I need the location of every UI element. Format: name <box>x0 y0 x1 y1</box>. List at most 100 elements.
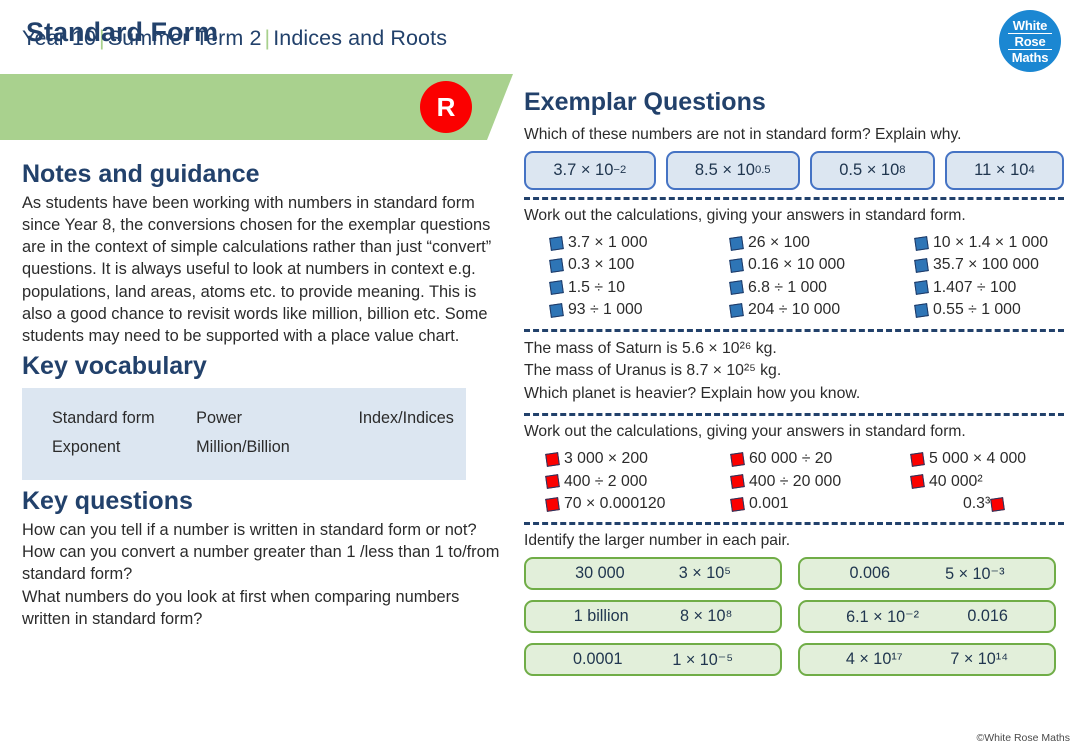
red-square-icon <box>910 452 925 467</box>
key-questions-heading: Key questions <box>22 487 193 516</box>
calculation-item[interactable]: 6.8 ÷ 1 000 <box>729 277 915 299</box>
comparison-box[interactable]: 0.006 5 × 10⁻³ <box>798 557 1056 591</box>
calculation-item[interactable]: 1.407 ÷ 100 <box>914 277 1084 299</box>
vocabulary-term: Standard form <box>52 409 155 428</box>
standard-form-box[interactable]: 0.5 × 10 8 <box>809 150 935 190</box>
vocabulary-term <box>328 438 466 457</box>
comparison-value-right: 3 × 10⁵ <box>678 564 731 583</box>
calculation-item[interactable]: 0.55 ÷ 1 000 <box>914 299 1084 321</box>
calculation-item[interactable]: 1.5 ÷ 10 <box>549 277 730 299</box>
blue-square-icon <box>914 303 929 318</box>
calculation-item[interactable]: 93 ÷ 1 000 <box>549 299 730 321</box>
blue-square-icon <box>914 235 929 251</box>
standard-form-box[interactable]: 3.7 × 10 −2 <box>524 150 656 190</box>
calculation-item[interactable]: 0.001 <box>730 493 911 515</box>
calculation-item[interactable]: 0.3 × 100 <box>549 254 730 276</box>
calculation-text: 0.001 <box>749 495 789 513</box>
calculation-text: 1.407 ÷ 100 <box>933 278 1017 296</box>
vocabulary-term: Million/Billion <box>196 438 290 457</box>
comparison-box[interactable]: 4 × 10¹⁷ 7 × 10¹⁴ <box>798 643 1056 677</box>
comparison-box[interactable]: 0.0001 1 × 10⁻⁵ <box>524 643 782 677</box>
key-question-item: What numbers do you look at first when c… <box>22 587 460 628</box>
calculation-item[interactable]: 35.7 × 100 000 <box>914 254 1084 276</box>
standard-form-base: 8.5 × 10 <box>694 160 755 179</box>
red-square-icon <box>545 474 560 490</box>
calculation-item[interactable]: 204 ÷ 10 000 <box>729 299 915 321</box>
question-4-prompt: Work out the calculations, giving your a… <box>524 423 966 441</box>
comparison-box[interactable]: 6.1 × 10⁻² 0.016 <box>798 600 1056 634</box>
key-vocabulary-box: Standard form Power Index/Indices Expone… <box>22 388 466 481</box>
red-square-icon <box>545 496 560 512</box>
calculation-item[interactable]: 5 000 × 4 000 <box>910 448 1084 470</box>
calculation-item[interactable]: 0.3³ <box>911 493 1084 515</box>
logo-line-white: White <box>1012 17 1048 33</box>
logo-line-rose: Rose <box>1008 32 1052 50</box>
right-column: Exemplar Questions Which of these number… <box>524 88 1065 677</box>
comparison-value-left: 0.006 <box>849 564 891 583</box>
calculation-item[interactable]: 3 000 × 200 <box>545 448 731 470</box>
blue-square-icon <box>729 235 744 251</box>
vocabulary-row: Exponent Million/Billion <box>22 433 466 462</box>
vocabulary-term: Exponent <box>52 438 121 457</box>
calculation-text: 400 ÷ 20 000 <box>749 472 842 490</box>
standard-form-base: 11 × 10 <box>974 160 1029 179</box>
section-divider <box>524 328 1064 332</box>
calculation-item[interactable]: 40 000² <box>910 471 1084 493</box>
blue-square-icon <box>729 280 744 296</box>
comparison-value-right: 1 × 10⁻⁵ <box>672 650 734 669</box>
calculation-text: 70 × 0.000120 <box>564 495 666 513</box>
vocabulary-term: Index/Indices <box>358 409 454 428</box>
planet-question-line: Which planet is heavier? Explain how you… <box>524 385 861 403</box>
calculation-text: 0.55 ÷ 1 000 <box>933 301 1021 319</box>
calculation-grid-red: 3 000 × 200 60 000 ÷ 20 5 000 × 4 000 40… <box>545 448 1064 515</box>
calculation-item[interactable]: 26 × 100 <box>729 232 915 254</box>
breadcrumb-separator-2: | <box>264 26 271 50</box>
section-divider <box>524 522 1064 526</box>
comparison-value-left: 6.1 × 10⁻² <box>846 607 920 626</box>
red-square-icon <box>910 474 925 490</box>
blue-square-icon <box>729 303 744 318</box>
comparison-value-right: 7 × 10¹⁴ <box>950 650 1009 669</box>
section-divider <box>524 413 1064 417</box>
question-1-prompt: Which of these numbers are not in standa… <box>524 126 962 143</box>
standard-form-base: 3.7 × 10 <box>553 160 614 179</box>
white-rose-maths-logo: White Rose Maths <box>999 10 1061 72</box>
key-question-item: How can you convert a number greater tha… <box>22 543 500 584</box>
vocabulary-term: Power <box>196 409 243 428</box>
calculation-text: 1.5 ÷ 10 <box>568 278 625 296</box>
comparison-value-left: 0.0001 <box>572 650 623 669</box>
calculation-item[interactable]: 400 ÷ 20 000 <box>730 471 911 493</box>
comparison-box[interactable]: 1 billion 8 × 10⁸ <box>524 600 782 634</box>
calculation-text: 0.3³ <box>963 495 991 513</box>
calculation-text: 5 000 × 4 000 <box>929 450 1027 468</box>
calculation-text: 40 000² <box>929 472 983 490</box>
standard-form-box[interactable]: 8.5 × 10 0.5 <box>665 150 800 190</box>
footer-copyright: ©White Rose Maths <box>976 732 1070 744</box>
calculation-text: 93 ÷ 1 000 <box>568 301 643 319</box>
comparison-box[interactable]: 30 000 3 × 10⁵ <box>524 557 782 591</box>
calculation-item[interactable]: 60 000 ÷ 20 <box>730 448 911 470</box>
calculation-grid-blue: 3.7 × 1 000 26 × 100 10 × 1.4 × 1 000 0.… <box>549 232 1064 322</box>
calculation-item[interactable]: 400 ÷ 2 000 <box>545 471 731 493</box>
calculation-item[interactable]: 70 × 0.000120 <box>545 493 731 515</box>
key-question-item: How can you tell if a number is written … <box>22 520 477 539</box>
calculation-text: 204 ÷ 10 000 <box>748 301 841 319</box>
notes-heading: Notes and guidance <box>22 160 260 188</box>
comparison-box-grid: 30 000 3 × 10⁵ 0.006 5 × 10⁻³ 1 billion 8 ×… <box>524 557 1064 677</box>
planet-mass-line: The mass of Saturn is 5.6 × 10²⁶ kg. <box>524 339 777 357</box>
calculation-item[interactable]: 0.16 × 10 000 <box>729 254 915 276</box>
logo-line-maths: Maths <box>1011 49 1049 65</box>
calculation-item[interactable]: 10 × 1.4 × 1 000 <box>914 232 1084 254</box>
calculation-text: 6.8 ÷ 1 000 <box>748 278 827 296</box>
standard-form-box[interactable]: 11 × 10 4 <box>944 150 1065 190</box>
comparison-value-left: 30 000 <box>575 564 625 583</box>
calculation-text: 3.7 × 1 000 <box>568 233 648 251</box>
notes-body: As students have been working with numbe… <box>22 193 492 346</box>
vocabulary-row: Standard form Power Index/Indices <box>22 404 466 433</box>
calculation-item[interactable]: 3.7 × 1 000 <box>549 232 730 254</box>
question-5-prompt: Identify the larger number in each pair. <box>524 532 791 550</box>
calculation-text: 0.3 × 100 <box>568 256 635 274</box>
left-column: Notes and guidance As students have been… <box>22 160 502 630</box>
blue-square-icon <box>914 258 929 273</box>
comparison-value-right: 5 × 10⁻³ <box>945 564 1005 583</box>
